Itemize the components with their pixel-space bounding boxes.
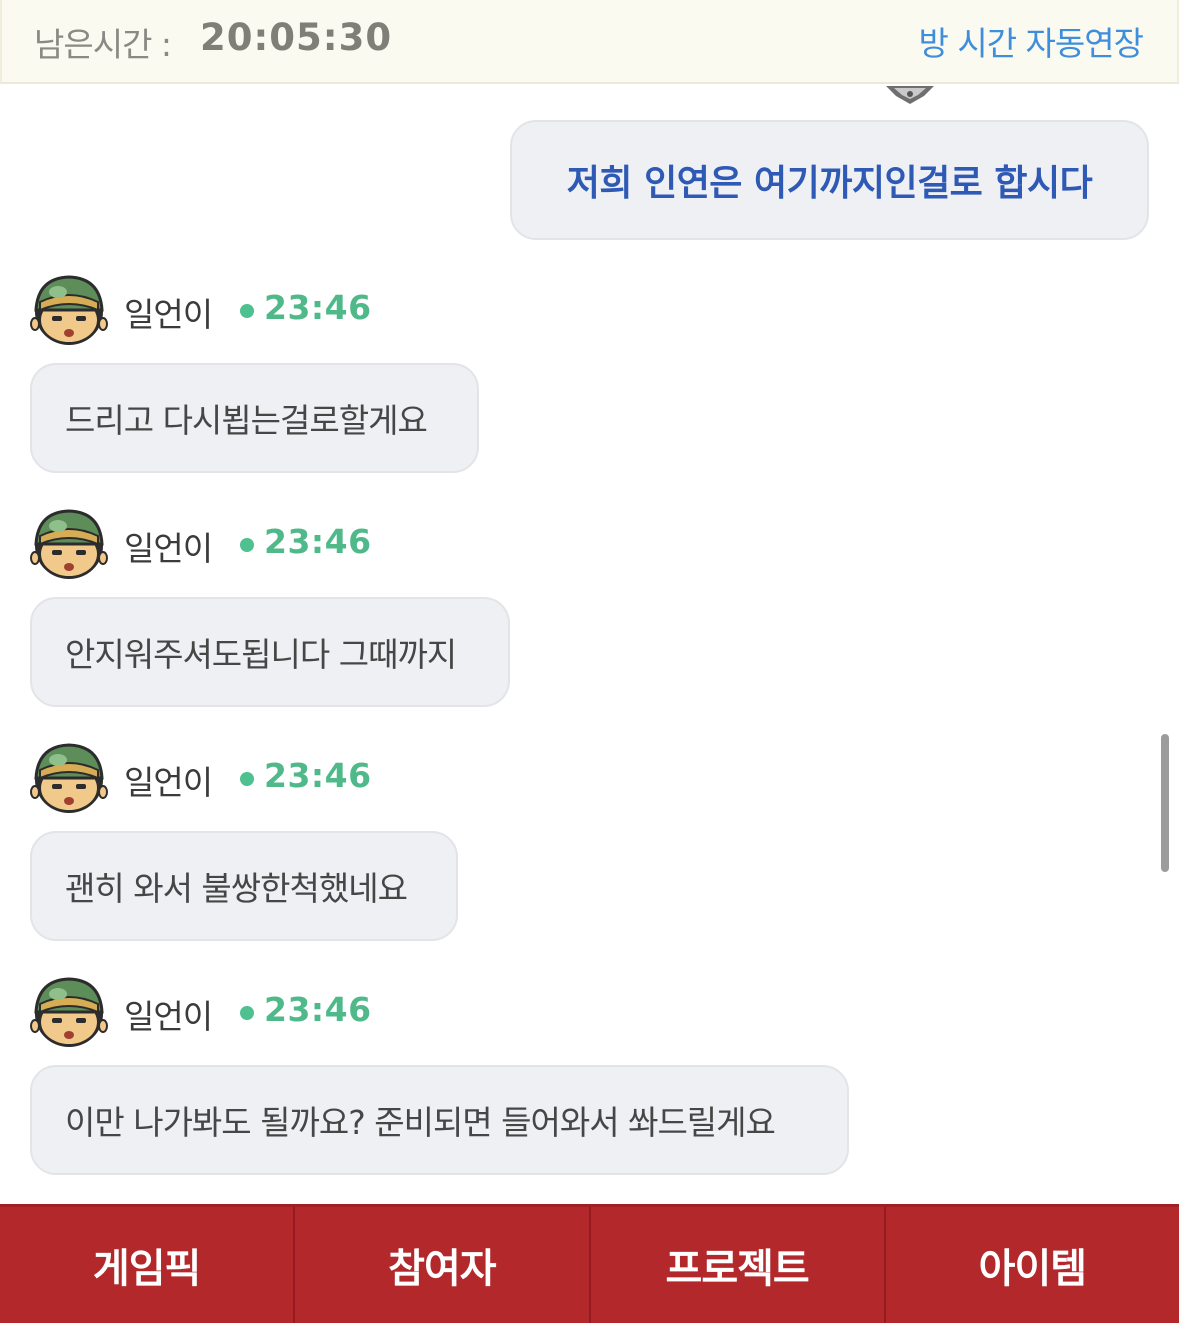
message-time: 23:46 bbox=[264, 756, 372, 795]
auto-extend-room-time-link[interactable]: 방 시간 자동연장 bbox=[919, 17, 1144, 65]
online-dot-icon bbox=[240, 304, 254, 318]
remaining-time-value: 20:05:30 bbox=[200, 16, 393, 59]
remaining-time-label: 남은시간 : bbox=[34, 25, 172, 64]
sender-name: 일언이 bbox=[124, 529, 213, 568]
message-time: 23:46 bbox=[264, 990, 372, 1029]
online-dot-icon bbox=[240, 538, 254, 552]
message-header: 일언이 23:46 bbox=[30, 740, 430, 816]
soldier-helmet-avatar-icon[interactable] bbox=[30, 272, 108, 348]
message-bubble: 드리고 다시뵙는걸로할게요 bbox=[30, 363, 479, 473]
online-dot-icon bbox=[240, 1006, 254, 1020]
message-text: 안지워주셔도됩니다 그때까지 bbox=[65, 635, 457, 674]
soldier-helmet-avatar-icon[interactable] bbox=[30, 506, 108, 582]
message-header: 일언이 23:46 bbox=[30, 506, 430, 582]
chat-message-list[interactable]: 저희 인연은 여기까지인걸로 합시다 일언이 23:46 드리고 다시뵙는걸로할… bbox=[0, 86, 1179, 1204]
sender-name: 일언이 bbox=[124, 997, 213, 1036]
message-bubble: 괜히 와서 불쌍한척했네요 bbox=[30, 831, 458, 941]
message-header: 일언이 23:46 bbox=[30, 974, 430, 1050]
message-time: 23:46 bbox=[264, 288, 372, 327]
message-bubble: 이만 나가봐도 될까요? 준비되면 들어와서 쏴드릴게요 bbox=[30, 1065, 849, 1175]
project-button[interactable]: 프로젝트 bbox=[588, 1207, 884, 1323]
message-text: 드리고 다시뵙는걸로할게요 bbox=[65, 401, 428, 440]
sender-name: 일언이 bbox=[124, 763, 213, 802]
soldier-helmet-avatar-icon[interactable] bbox=[30, 974, 108, 1050]
message-header: 일언이 23:46 bbox=[30, 272, 430, 348]
bottom-nav-bar: 게임픽 참여자 프로젝트 아이템 bbox=[0, 1204, 1179, 1323]
soldier-helmet-avatar-icon[interactable] bbox=[30, 740, 108, 816]
chat-scrollbar[interactable] bbox=[1161, 734, 1169, 872]
message-time: 23:46 bbox=[264, 522, 372, 561]
item-button[interactable]: 아이템 bbox=[883, 1207, 1179, 1323]
online-dot-icon bbox=[240, 772, 254, 786]
sender-name: 일언이 bbox=[124, 295, 213, 334]
message-bubble: 안지워주셔도됩니다 그때까지 bbox=[30, 597, 510, 707]
message-text: 괜히 와서 불쌍한척했네요 bbox=[65, 869, 408, 908]
participants-button[interactable]: 참여자 bbox=[293, 1207, 588, 1323]
partial-avatar-icon bbox=[886, 86, 934, 104]
my-message-bubble: 저희 인연은 여기까지인걸로 합시다 bbox=[510, 120, 1149, 240]
chat-room-screen: 남은시간 : 20:05:30 방 시간 자동연장 저희 인연은 여기까지인걸로… bbox=[0, 0, 1179, 1323]
room-timer-bar: 남은시간 : 20:05:30 방 시간 자동연장 bbox=[0, 0, 1179, 84]
my-message-text: 저희 인연은 여기까지인걸로 합시다 bbox=[566, 163, 1093, 204]
message-text: 이만 나가봐도 될까요? 준비되면 들어와서 쏴드릴게요 bbox=[65, 1103, 776, 1142]
game-pick-button[interactable]: 게임픽 bbox=[0, 1207, 293, 1323]
